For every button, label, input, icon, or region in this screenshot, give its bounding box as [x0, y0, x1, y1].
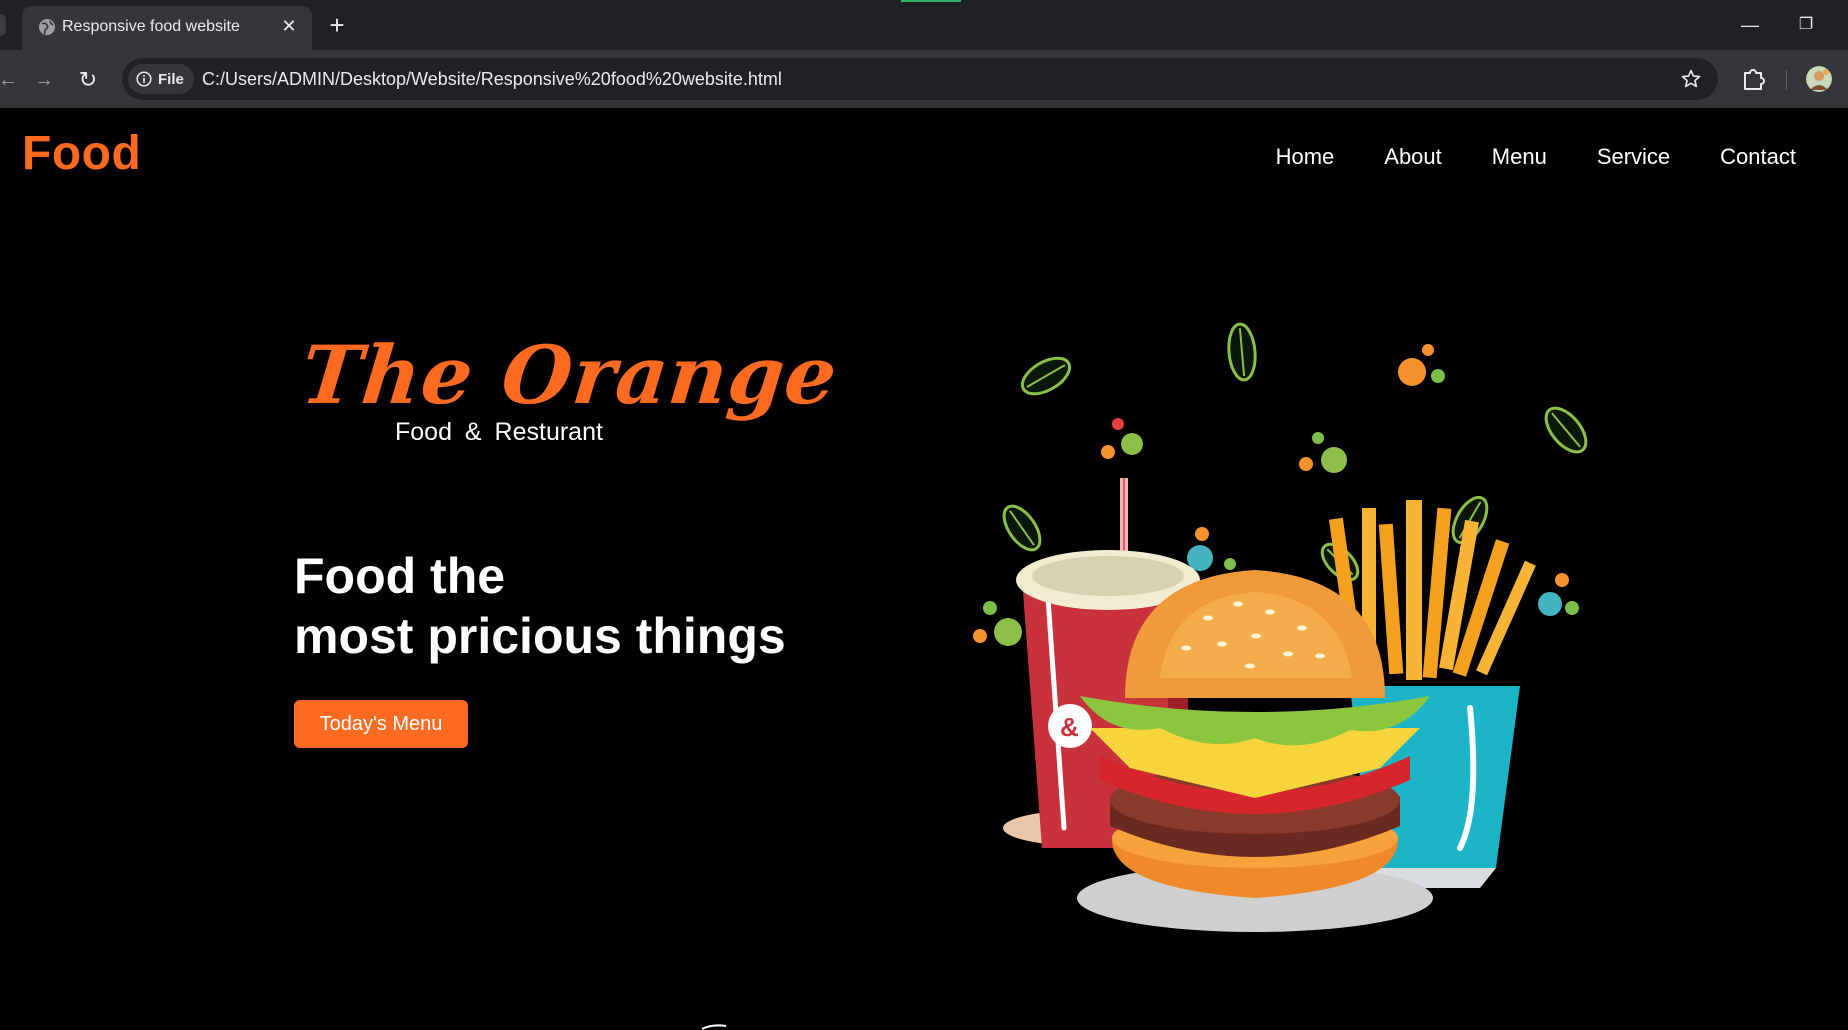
decorative-speck: [701, 1024, 727, 1030]
globe-icon: [39, 19, 55, 35]
back-button[interactable]: ←: [0, 64, 24, 96]
browser-toolbar: ← → ↻ File C:/Users/ADMIN/Desktop/Websit…: [0, 50, 1848, 109]
browser-tabstrip: Responsive food website ✕ + — ❐: [0, 0, 1848, 50]
tab-search-button[interactable]: [0, 14, 6, 36]
page-content: Food Home About Menu Service Contact The…: [0, 108, 1848, 1030]
info-icon: [136, 71, 152, 87]
hero-headline-line1: Food the: [294, 548, 506, 604]
main-nav: Home About Menu Service Contact: [1226, 144, 1796, 170]
tab-close-icon[interactable]: ✕: [278, 15, 300, 37]
todays-menu-button[interactable]: Today's Menu: [294, 700, 468, 748]
extensions-icon[interactable]: [1738, 64, 1768, 94]
brand-subtitle: Food & Resturant: [395, 418, 603, 446]
hero-headline-line2: most pricious things: [294, 608, 786, 664]
site-info-chip[interactable]: File: [128, 64, 194, 94]
nav-link-home[interactable]: Home: [1276, 144, 1335, 170]
nav-link-contact[interactable]: Contact: [1720, 144, 1796, 170]
nav-link-menu[interactable]: Menu: [1492, 144, 1547, 170]
tab-title: Responsive food website: [62, 18, 240, 35]
food-illustration: &: [973, 322, 1588, 932]
avatar[interactable]: [1806, 66, 1832, 92]
new-tab-button[interactable]: +: [322, 10, 352, 40]
forward-button[interactable]: →: [28, 64, 60, 96]
hero-headline: Food the most pricious things: [294, 546, 786, 666]
browser-tab[interactable]: Responsive food website ✕: [22, 6, 312, 50]
tabstrip-accent-line: [901, 0, 961, 2]
toolbar-divider: [1786, 70, 1787, 90]
bookmark-star-icon[interactable]: [1680, 68, 1702, 90]
nav-link-about[interactable]: About: [1384, 144, 1442, 170]
svg-text:&: &: [1060, 712, 1079, 742]
file-chip-label: File: [158, 70, 184, 88]
brand-title: The Orange: [297, 328, 843, 422]
minimize-button[interactable]: —: [1730, 10, 1770, 40]
site-logo[interactable]: Food: [22, 126, 141, 181]
restore-button[interactable]: ❐: [1786, 10, 1826, 40]
url-text[interactable]: C:/Users/ADMIN/Desktop/Website/Responsiv…: [202, 69, 782, 90]
reload-button[interactable]: ↻: [72, 64, 104, 96]
address-bar[interactable]: File C:/Users/ADMIN/Desktop/Website/Resp…: [122, 58, 1718, 100]
nav-link-service[interactable]: Service: [1597, 144, 1670, 170]
